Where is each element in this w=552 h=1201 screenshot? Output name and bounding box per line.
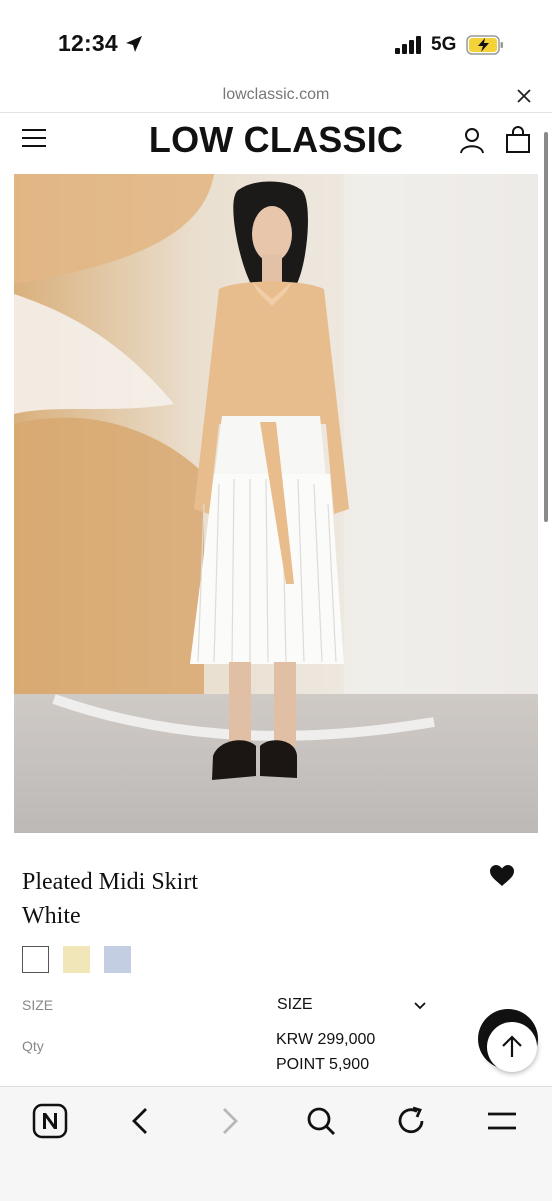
network-type: 5G bbox=[431, 34, 457, 55]
signal-icon bbox=[395, 36, 421, 54]
url-bar[interactable]: lowclassic.com bbox=[0, 80, 552, 113]
forward-icon[interactable] bbox=[212, 1103, 248, 1139]
color-swatch-butter[interactable] bbox=[63, 946, 90, 973]
color-swatch-white[interactable] bbox=[22, 946, 49, 973]
wishlist-heart-icon[interactable] bbox=[489, 864, 515, 888]
battery-charging-icon bbox=[466, 35, 503, 55]
product-name: Pleated Midi Skirt bbox=[22, 869, 198, 895]
browser-toolbar bbox=[0, 1086, 552, 1201]
scroll-to-top-button[interactable] bbox=[487, 1022, 537, 1072]
location-arrow-icon bbox=[126, 36, 142, 52]
arrow-up-icon bbox=[502, 1035, 522, 1057]
menu-icon[interactable] bbox=[484, 1103, 520, 1139]
product-points: POINT 5,900 bbox=[276, 1056, 370, 1073]
product-price: KRW 299,000 bbox=[276, 1031, 376, 1048]
size-select[interactable]: SIZE bbox=[277, 996, 313, 1014]
chevron-down-icon[interactable] bbox=[412, 998, 428, 1014]
shopping-bag-icon[interactable] bbox=[504, 126, 532, 154]
close-icon[interactable] bbox=[512, 84, 536, 108]
back-icon[interactable] bbox=[122, 1103, 158, 1139]
size-label: SIZE bbox=[22, 997, 54, 1013]
search-icon[interactable] bbox=[303, 1103, 339, 1139]
naver-home-icon[interactable] bbox=[32, 1103, 68, 1139]
product-image[interactable] bbox=[14, 174, 538, 833]
url-text: lowclassic.com bbox=[222, 86, 330, 103]
status-time: 12:34 bbox=[58, 30, 118, 56]
scrollbar[interactable] bbox=[544, 132, 548, 522]
account-icon[interactable] bbox=[459, 127, 485, 155]
product-color-name: White bbox=[22, 903, 81, 929]
reload-icon[interactable] bbox=[393, 1103, 429, 1139]
color-swatch-light-blue[interactable] bbox=[104, 946, 131, 973]
qty-label: Qty bbox=[22, 1038, 44, 1054]
